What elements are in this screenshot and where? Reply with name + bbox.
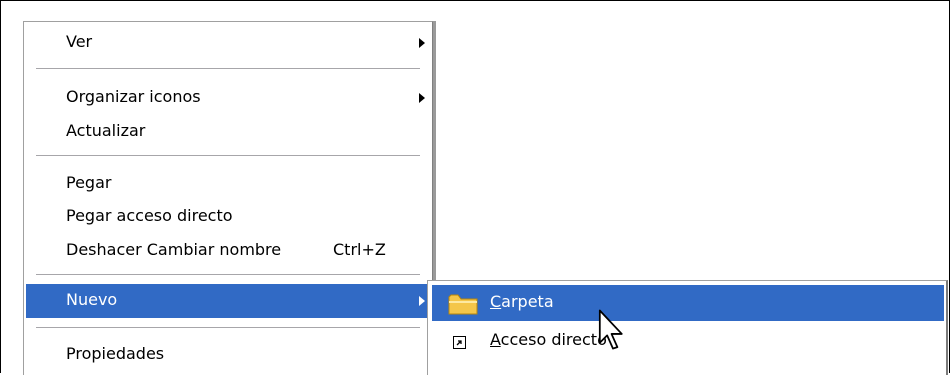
folder-icon — [448, 294, 478, 315]
shortcut-icon — [453, 336, 466, 349]
menu-item-label: Organizar iconos — [66, 87, 201, 106]
menu-item-ver[interactable]: Ver — [26, 26, 430, 60]
menu-item-shortcut: Ctrl+Z — [333, 240, 386, 259]
submenu-item-acceso-directo[interactable]: Acceso directo — [432, 323, 944, 359]
menu-item-label: Pegar — [66, 173, 112, 192]
menu-item-actualizar[interactable]: Actualizar — [26, 115, 430, 149]
submenu-arrow-icon — [419, 93, 425, 103]
menu-item-propiedades[interactable]: Propiedades — [26, 338, 430, 372]
menu-item-organizar-iconos[interactable]: Organizar iconos — [26, 81, 430, 115]
menu-item-pegar[interactable]: Pegar — [26, 167, 430, 201]
submenu-nuevo: Carpeta Acceso directo — [427, 280, 948, 375]
menu-item-label: Propiedades — [66, 344, 165, 363]
menu-separator — [36, 68, 420, 70]
submenu-arrow-icon — [419, 296, 425, 306]
submenu-arrow-icon — [419, 38, 425, 48]
menu-separator — [36, 327, 420, 329]
menu-item-label: Actualizar — [66, 121, 146, 140]
menu-item-label: Ver — [66, 32, 93, 51]
menu-item-label: Nuevo — [66, 290, 118, 309]
menu-item-deshacer[interactable]: Deshacer Cambiar nombre Ctrl+Z — [26, 234, 430, 268]
menu-item-pegar-acceso-directo[interactable]: Pegar acceso directo — [26, 200, 430, 234]
submenu-item-carpeta[interactable]: Carpeta — [432, 285, 944, 321]
submenu-item-label: Acceso directo — [490, 330, 607, 349]
menu-separator — [36, 155, 420, 157]
menu-item-nuevo[interactable]: Nuevo — [26, 284, 430, 318]
menu-separator — [36, 274, 420, 276]
menu-item-label: Deshacer Cambiar nombre — [66, 240, 282, 259]
submenu-item-label: Carpeta — [490, 292, 554, 311]
mouse-cursor-icon — [598, 309, 623, 350]
menu-item-label: Pegar acceso directo — [66, 206, 233, 225]
context-menu: Ver Organizar iconos Actualizar Pegar Pe… — [23, 21, 433, 375]
